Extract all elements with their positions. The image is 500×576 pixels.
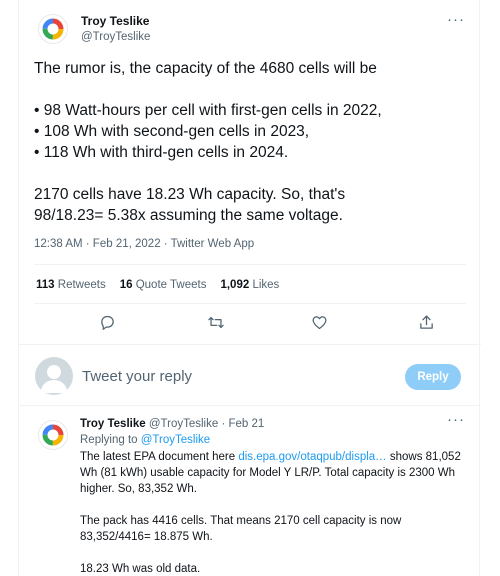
reply-author-avatar[interactable]: [38, 420, 68, 450]
default-profile-icon: [40, 365, 68, 393]
share-icon[interactable]: [416, 312, 436, 332]
reply-line: The pack has 4416 cells. That means 2170…: [80, 515, 402, 527]
likes-stat[interactable]: 1,092 Likes: [220, 279, 279, 291]
author-info: Troy Teslike @TroyTeslike: [81, 14, 150, 43]
retweets-stat[interactable]: 113 Retweets: [36, 279, 106, 291]
reply-text: The latest EPA document here dis.epa.gov…: [80, 449, 468, 576]
retweet-icon[interactable]: [206, 312, 226, 332]
reply-line-text: The latest EPA document here: [80, 451, 236, 463]
tweet-line: 2170 cells have 18.23 Wh capacity. So, t…: [34, 186, 346, 203]
reply-tweet[interactable]: Troy Teslike @TroyTeslike · Feb 21 ··· R…: [19, 408, 481, 576]
like-icon[interactable]: [309, 312, 329, 332]
reply-line: The latest EPA document here dis.epa.gov…: [80, 449, 468, 465]
reply-line: higher. So, 83,352 Wh.: [80, 483, 197, 495]
reply-composer: Tweet your reply Reply: [19, 352, 481, 404]
reply-date[interactable]: Feb 21: [229, 418, 265, 430]
tweet-timestamp[interactable]: 12:38 AM · Feb 21, 2022 · Twitter Web Ap…: [34, 238, 254, 250]
replying-to: Replying to @TroyTeslike: [80, 434, 210, 446]
author-name[interactable]: Troy Teslike: [81, 14, 150, 28]
quotes-label: Quote Tweets: [135, 279, 207, 291]
user-avatar[interactable]: [35, 357, 73, 395]
reply-input[interactable]: Tweet your reply: [82, 368, 192, 385]
epa-link[interactable]: dis.epa.gov/otaqpub/displa…: [238, 451, 386, 463]
quotes-count: 16: [119, 279, 133, 291]
tweet-line: • 108 Wh with second-gen cells in 2023,: [34, 123, 310, 140]
tweet-line: 98/18.23= 5.38x assuming the same voltag…: [34, 207, 343, 224]
divider: [19, 344, 481, 345]
replying-to-label: Replying to: [80, 434, 138, 446]
tweet-line: The rumor is, the capacity of the 4680 c…: [34, 60, 377, 77]
tweet-text: The rumor is, the capacity of the 4680 c…: [34, 58, 474, 226]
reply-line: 18.23 Wh was old data.: [80, 563, 201, 575]
likes-count: 1,092: [220, 279, 250, 291]
likes-label: Likes: [252, 279, 280, 291]
reply-icon[interactable]: [97, 312, 117, 332]
retweets-count: 113: [36, 279, 55, 291]
tweet-line: • 98 Watt-hours per cell with first-gen …: [34, 102, 382, 119]
reply-line: Wh (81 kWh) usable capacity for Model Y …: [80, 467, 455, 479]
divider: [19, 405, 481, 406]
tweet-actions: [34, 312, 466, 338]
author-avatar[interactable]: [38, 14, 68, 44]
quotes-stat[interactable]: 16 Quote Tweets: [120, 279, 207, 291]
divider: [34, 303, 466, 304]
more-options-icon[interactable]: ···: [447, 411, 465, 428]
logo-ring-icon: [42, 424, 64, 446]
tweet-line: • 118 Wh with third-gen cells in 2024.: [34, 144, 289, 161]
reply-button[interactable]: Reply: [405, 364, 461, 390]
author-handle[interactable]: @TroyTeslike: [81, 31, 150, 43]
tweet-stats: 113 Retweets 16 Quote Tweets 1,092 Likes: [36, 279, 279, 291]
reply-line: 83,352/4416= 18.875 Wh.: [80, 531, 213, 543]
replying-to-handle[interactable]: @TroyTeslike: [141, 434, 210, 446]
tweet-thread-panel: Troy Teslike @TroyTeslike ··· The rumor …: [18, 0, 481, 576]
reply-line-text: shows 81,052: [389, 451, 461, 463]
logo-ring-icon: [42, 18, 64, 40]
reply-author-handle[interactable]: @TroyTeslike: [149, 418, 218, 430]
divider: [34, 264, 466, 265]
retweets-label: Retweets: [57, 279, 106, 291]
separator-dot: ·: [221, 418, 226, 430]
more-options-icon[interactable]: ···: [447, 11, 465, 28]
reply-author-name[interactable]: Troy Teslike: [80, 418, 146, 430]
reply-header: Troy Teslike @TroyTeslike · Feb 21: [80, 418, 264, 430]
